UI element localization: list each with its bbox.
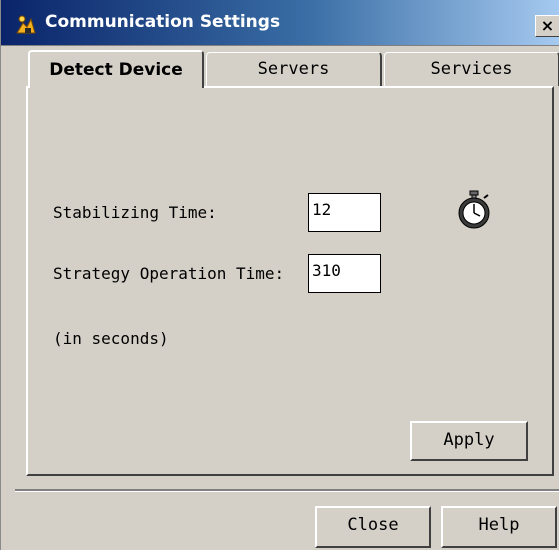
close-button[interactable]: Close — [315, 506, 431, 548]
communication-settings-dialog: Communication Settings × Detect Device S… — [0, 0, 559, 550]
stabilizing-time-input[interactable]: 12 — [308, 193, 381, 232]
stopwatch-icon — [458, 190, 490, 229]
tab-services[interactable]: Services — [384, 52, 559, 86]
window-title: Communication Settings — [45, 12, 281, 32]
close-window-button[interactable]: × — [535, 15, 559, 37]
title-bar[interactable]: Communication Settings × — [1, 0, 559, 46]
tab-detect-device[interactable]: Detect Device — [28, 50, 204, 88]
footer-divider-highlight — [15, 491, 559, 492]
tab-servers[interactable]: Servers — [206, 52, 382, 86]
stabilizing-time-label: Stabilizing Time: — [53, 203, 217, 222]
units-note: (in seconds) — [53, 329, 169, 348]
help-button[interactable]: Help — [441, 506, 557, 548]
apply-button[interactable]: Apply — [410, 421, 528, 461]
app-icon — [16, 15, 36, 34]
strategy-operation-time-input[interactable]: 310 — [308, 254, 381, 293]
strategy-operation-time-label: Strategy Operation Time: — [53, 264, 285, 283]
